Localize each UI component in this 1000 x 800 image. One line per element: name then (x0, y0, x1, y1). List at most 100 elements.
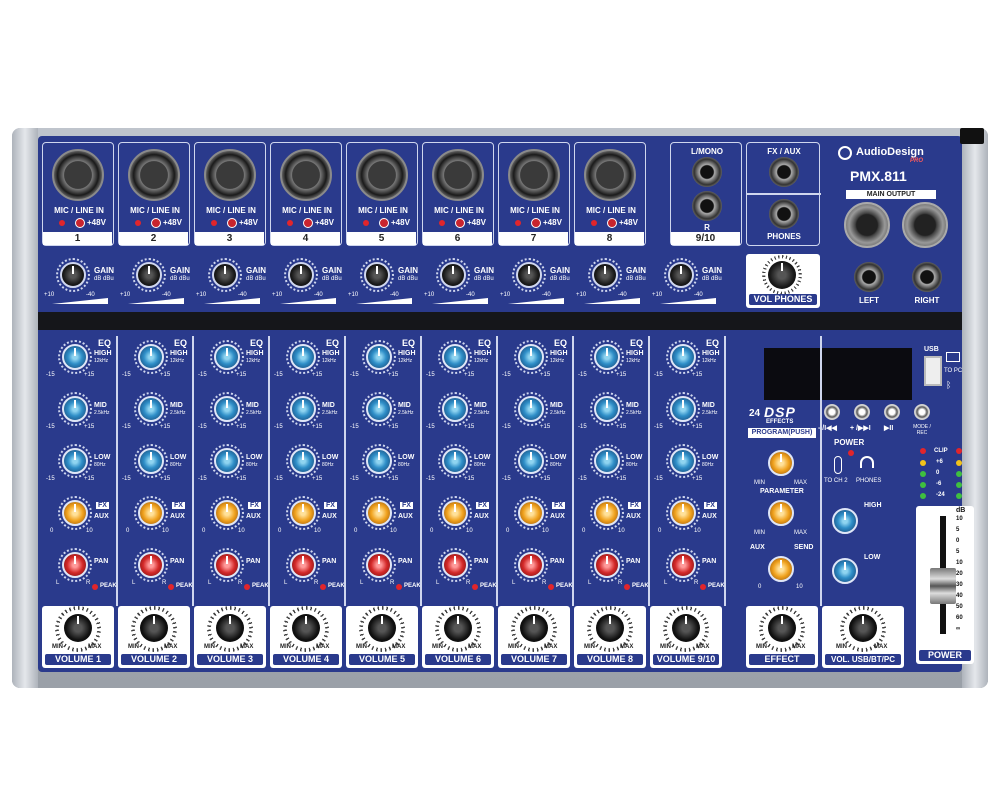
fx-aux-knob-8[interactable] (594, 500, 620, 526)
eq-low-knob-7[interactable] (518, 448, 544, 474)
gain-knob-4[interactable] (288, 262, 314, 288)
volume-knob-6[interactable] (444, 614, 472, 642)
gain-knob-9[interactable] (668, 262, 694, 288)
pan-knob-9[interactable] (670, 552, 696, 578)
dsp-program-knob[interactable] (768, 450, 794, 476)
eq-low-knob-5[interactable] (366, 448, 392, 474)
power-switch[interactable] (960, 128, 984, 144)
eq-high-knob-2[interactable] (138, 344, 164, 370)
volume-knob-7[interactable] (520, 614, 548, 642)
volume-knob-2[interactable] (140, 614, 168, 642)
phantom-button-7[interactable] (531, 218, 541, 228)
pan-knob-4[interactable] (290, 552, 316, 578)
xlr-combo-jack-8[interactable] (584, 149, 636, 201)
main-output-right-jack[interactable] (912, 262, 942, 292)
eq-mid-knob-3[interactable] (214, 396, 240, 422)
play-pause-button[interactable] (884, 404, 900, 420)
pan-knob-1[interactable] (62, 552, 88, 578)
master-high-knob[interactable] (832, 508, 858, 534)
eq-mid-knob-9[interactable] (670, 396, 696, 422)
fx-aux-knob-5[interactable] (366, 500, 392, 526)
eq-low-knob-6[interactable] (442, 448, 468, 474)
eq-low-knob-3[interactable] (214, 448, 240, 474)
eq-mid-knob-6[interactable] (442, 396, 468, 422)
phantom-button-6[interactable] (455, 218, 465, 228)
pan-knob-3[interactable] (214, 552, 240, 578)
eq-high-knob-4[interactable] (290, 344, 316, 370)
eq-high-knob-6[interactable] (442, 344, 468, 370)
phantom-button-1[interactable] (75, 218, 85, 228)
fx-aux-knob-7[interactable] (518, 500, 544, 526)
eq-high-knob-7[interactable] (518, 344, 544, 370)
xlr-combo-jack-5[interactable] (356, 149, 408, 201)
gain-knob-7[interactable] (516, 262, 542, 288)
eq-mid-knob-5[interactable] (366, 396, 392, 422)
gain-knob-5[interactable] (364, 262, 390, 288)
effect-knob[interactable] (768, 614, 796, 642)
volume-knob-5[interactable] (368, 614, 396, 642)
xlr-combo-jack-4[interactable] (280, 149, 332, 201)
gain-knob-8[interactable] (592, 262, 618, 288)
xlr-combo-jack-1[interactable] (52, 149, 104, 201)
xlr-combo-jack-7[interactable] (508, 149, 560, 201)
dsp-aux-send-knob[interactable] (768, 556, 794, 582)
phantom-button-4[interactable] (303, 218, 313, 228)
main-output-right-xlr[interactable] (902, 202, 948, 248)
eq-low-knob-2[interactable] (138, 448, 164, 474)
master-fader[interactable]: dB 10 5 0 5 10 20 30 40 50 60 ∞ POWER (916, 506, 974, 664)
next-button[interactable] (854, 404, 870, 420)
prev-button[interactable] (824, 404, 840, 420)
gain-knob-2[interactable] (136, 262, 162, 288)
eq-low-knob-9[interactable] (670, 448, 696, 474)
volume-knob-8[interactable] (596, 614, 624, 642)
eq-low-knob-4[interactable] (290, 448, 316, 474)
phones-jack[interactable] (769, 199, 799, 229)
eq-mid-knob-1[interactable] (62, 396, 88, 422)
fx-aux-knob-2[interactable] (138, 500, 164, 526)
eq-low-knob-1[interactable] (62, 448, 88, 474)
volume-knob-4[interactable] (292, 614, 320, 642)
volume-knob-1[interactable] (64, 614, 92, 642)
eq-high-knob-9[interactable] (670, 344, 696, 370)
xlr-combo-jack-2[interactable] (128, 149, 180, 201)
eq-low-knob-8[interactable] (594, 448, 620, 474)
xlr-combo-jack-3[interactable] (204, 149, 256, 201)
eq-mid-knob-4[interactable] (290, 396, 316, 422)
dsp-parameter-knob[interactable] (768, 500, 794, 526)
fx-aux-knob-6[interactable] (442, 500, 468, 526)
gain-knob-1[interactable] (60, 262, 86, 288)
pan-knob-8[interactable] (594, 552, 620, 578)
usb-port[interactable] (924, 356, 942, 386)
phantom-button-2[interactable] (151, 218, 161, 228)
fader-cap[interactable] (930, 568, 956, 604)
phantom-button-3[interactable] (227, 218, 237, 228)
fx-aux-knob-3[interactable] (214, 500, 240, 526)
eq-mid-knob-8[interactable] (594, 396, 620, 422)
mode-rec-button[interactable] (914, 404, 930, 420)
fx-aux-knob-4[interactable] (290, 500, 316, 526)
stereo-r-jack[interactable] (692, 191, 722, 221)
eq-high-knob-8[interactable] (594, 344, 620, 370)
eq-high-knob-3[interactable] (214, 344, 240, 370)
to-ch2-switch-icon[interactable] (834, 456, 842, 474)
phantom-button-8[interactable] (607, 218, 617, 228)
phantom-button-5[interactable] (379, 218, 389, 228)
pan-knob-7[interactable] (518, 552, 544, 578)
pan-knob-2[interactable] (138, 552, 164, 578)
main-output-left-xlr[interactable] (844, 202, 890, 248)
volume-knob-3[interactable] (216, 614, 244, 642)
eq-high-knob-1[interactable] (62, 344, 88, 370)
usb-bt-pc-knob[interactable] (849, 614, 877, 642)
master-low-knob[interactable] (832, 558, 858, 584)
gain-knob-3[interactable] (212, 262, 238, 288)
fx-aux-knob-9[interactable] (670, 500, 696, 526)
pan-knob-5[interactable] (366, 552, 392, 578)
gain-knob-6[interactable] (440, 262, 466, 288)
main-output-left-jack[interactable] (854, 262, 884, 292)
xlr-combo-jack-6[interactable] (432, 149, 484, 201)
eq-mid-knob-2[interactable] (138, 396, 164, 422)
eq-mid-knob-7[interactable] (518, 396, 544, 422)
eq-high-knob-5[interactable] (366, 344, 392, 370)
vol-phones-knob[interactable] (768, 261, 796, 289)
stereo-lmono-jack[interactable] (692, 157, 722, 187)
